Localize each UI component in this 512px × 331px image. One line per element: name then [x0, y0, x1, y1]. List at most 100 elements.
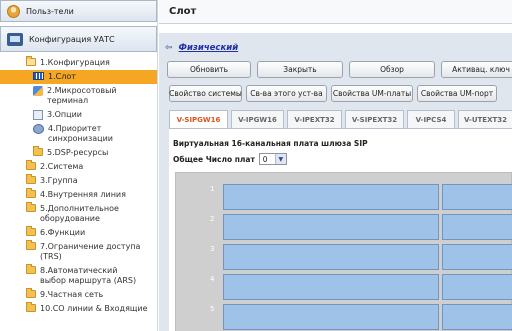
tree-item-ars[interactable]: 8.Автоматический выбор маршрута (ARS) — [0, 264, 157, 288]
tab-v-ipgw16[interactable]: V-IPGW16 — [231, 110, 284, 128]
tab-v-ipext32[interactable]: V-IPEXT32 — [287, 110, 342, 128]
terminal-icon — [33, 86, 43, 96]
user-icon — [7, 4, 20, 18]
slot-grid-icon — [33, 72, 44, 80]
chevron-down-icon[interactable]: ▼ — [274, 154, 286, 164]
tree-item-optional-equipment[interactable]: 5.Дополнительное оборудование — [0, 202, 157, 226]
slot-number: 3 — [210, 245, 215, 253]
folder-icon — [26, 226, 36, 236]
slot-row: 1 — [176, 183, 512, 213]
tree-item-label: 1.Конфигурация — [40, 58, 110, 67]
um-card-properties-button[interactable]: Свойства UM-платы — [331, 85, 413, 102]
card-count-value: 0 — [262, 154, 268, 164]
toolbar-row-2: Свойство системы Св-ва этого уст-ва Свой… — [169, 85, 503, 102]
tree-item-label: 7.Ограничение доступа (TRS) — [40, 242, 141, 261]
folder-open-icon — [26, 56, 36, 66]
folder-icon — [26, 264, 36, 274]
tree-item-configuration[interactable]: 1.Конфигурация — [0, 56, 157, 70]
tab-content: Виртуальная 16-канальная плата шлюза SIP… — [169, 128, 512, 331]
tree-item-trs[interactable]: 7.Ограничение доступа (TRS) — [0, 240, 157, 264]
sidebar: Польз-тели Конфигурация УАТС 1.Конфигура… — [0, 0, 158, 331]
tree-item-label: 3.Опции — [47, 110, 83, 119]
card-count-row: Общее Число плат 0 ▼ — [173, 153, 287, 165]
tree-item-dsp-resources[interactable]: 5.DSP-ресурсы — [0, 146, 157, 160]
tree-item-group[interactable]: 3.Группа — [0, 174, 157, 188]
tree-item-label: 5.DSP-ресурсы — [47, 148, 109, 157]
slot-row: 2 — [176, 213, 512, 243]
tree-item-label: 1.Слот — [48, 72, 76, 81]
tree-item-label: 2.Микросотовый терминал — [47, 86, 117, 105]
main-area: Слот ⇦ Физический Обновить Закрыть Обзор… — [159, 0, 512, 331]
folder-icon — [26, 188, 36, 198]
refresh-button[interactable]: Обновить — [167, 61, 251, 78]
tree-item-label: 4.Внутренняя линия — [40, 190, 126, 199]
device-properties-button[interactable]: Св-ва этого уст-ва — [246, 85, 327, 102]
activation-key-button[interactable]: Активац. ключ — [441, 61, 512, 78]
slot-row: 4 — [176, 273, 512, 303]
slot-number: 1 — [210, 185, 215, 193]
slot-card[interactable] — [223, 244, 439, 270]
slot-number: 5 — [210, 305, 215, 313]
slot-card[interactable] — [442, 244, 512, 270]
slot-card[interactable] — [223, 304, 439, 330]
folder-icon — [26, 174, 36, 184]
tree-item-private-network[interactable]: 9.Частная сеть — [0, 288, 157, 302]
slot-card[interactable] — [442, 184, 512, 210]
tree-item-label: 6.Функции — [40, 228, 86, 237]
slot-number: 2 — [210, 215, 215, 223]
tree-item-label: 10.CO линии & Входящие — [40, 304, 148, 313]
card-title: Виртуальная 16-канальная плата шлюза SIP — [173, 139, 368, 148]
toolbar-row-1: Обновить Закрыть Обзор Активац. ключ — [167, 61, 512, 78]
tab-v-ipcs4[interactable]: V-IPCS4 — [407, 110, 455, 128]
folder-icon — [26, 160, 36, 170]
slot-card[interactable] — [223, 274, 439, 300]
tab-v-sipext32[interactable]: V-SIPEXT32 — [345, 110, 404, 128]
tree-item-co-lines[interactable]: 10.CO линии & Входящие — [0, 302, 157, 316]
tree-item-label: 4.Приоритет синхронизации — [48, 124, 113, 143]
options-icon — [33, 110, 43, 120]
card-type-tabs: V-SIPGW16 V-IPGW16 V-IPEXT32 V-SIPEXT32 … — [169, 110, 512, 129]
folder-icon — [26, 288, 36, 298]
users-label: Польз-тели — [26, 6, 74, 16]
slot-card[interactable] — [442, 214, 512, 240]
priority-icon — [33, 124, 44, 134]
tree-item-label: 9.Частная сеть — [40, 290, 104, 299]
tree-item-options[interactable]: 3.Опции — [0, 108, 157, 122]
tree-item-label: 3.Группа — [40, 176, 78, 185]
folder-icon — [26, 202, 36, 212]
tree-item-microcell-terminal[interactable]: 2.Микросотовый терминал — [0, 84, 157, 108]
tree-item-sync-priority[interactable]: 4.Приоритет синхронизации — [0, 122, 157, 146]
overview-button[interactable]: Обзор — [349, 61, 435, 78]
users-header[interactable]: Польз-тели — [0, 0, 157, 22]
tree-item-label: 8.Автоматический выбор маршрута (ARS) — [40, 266, 137, 285]
slot-row: 5 — [176, 303, 512, 331]
breadcrumb-physical-link[interactable]: Физический — [179, 43, 239, 53]
tree-item-label: 2.Система — [40, 162, 84, 171]
card-count-select[interactable]: 0 ▼ — [258, 153, 287, 165]
slot-area: 1 2 3 4 5 — [175, 172, 512, 331]
close-button[interactable]: Закрыть — [257, 61, 343, 78]
slot-card[interactable] — [442, 274, 512, 300]
tree-item-system[interactable]: 2.Система — [0, 160, 157, 174]
slot-card[interactable] — [442, 304, 512, 330]
folder-icon — [26, 302, 36, 312]
slot-number: 4 — [210, 275, 215, 283]
back-arrow-icon[interactable]: ⇦ — [165, 43, 173, 53]
pbx-config-header[interactable]: Конфигурация УАТС — [0, 26, 157, 52]
folder-icon — [26, 240, 36, 250]
slot-card[interactable] — [223, 184, 439, 210]
breadcrumb: ⇦ Физический — [165, 43, 238, 53]
card-count-label: Общее Число плат — [173, 154, 255, 164]
tree-item-extension[interactable]: 4.Внутренняя линия — [0, 188, 157, 202]
pbx-config-label: Конфигурация УАТС — [29, 34, 115, 44]
pbx-icon — [7, 32, 23, 46]
tree-item-features[interactable]: 6.Функции — [0, 226, 157, 240]
um-port-properties-button[interactable]: Свойства UM-порт — [417, 85, 497, 102]
tab-v-utext32[interactable]: V-UTEXT32 — [458, 110, 512, 128]
tab-v-sipgw16[interactable]: V-SIPGW16 — [169, 110, 228, 129]
page-title: Слот — [159, 0, 512, 24]
slot-card[interactable] — [223, 214, 439, 240]
tree-item-slot[interactable]: 1.Слот — [0, 70, 157, 84]
system-properties-button[interactable]: Свойство системы — [169, 85, 242, 102]
slot-row: 3 — [176, 243, 512, 273]
